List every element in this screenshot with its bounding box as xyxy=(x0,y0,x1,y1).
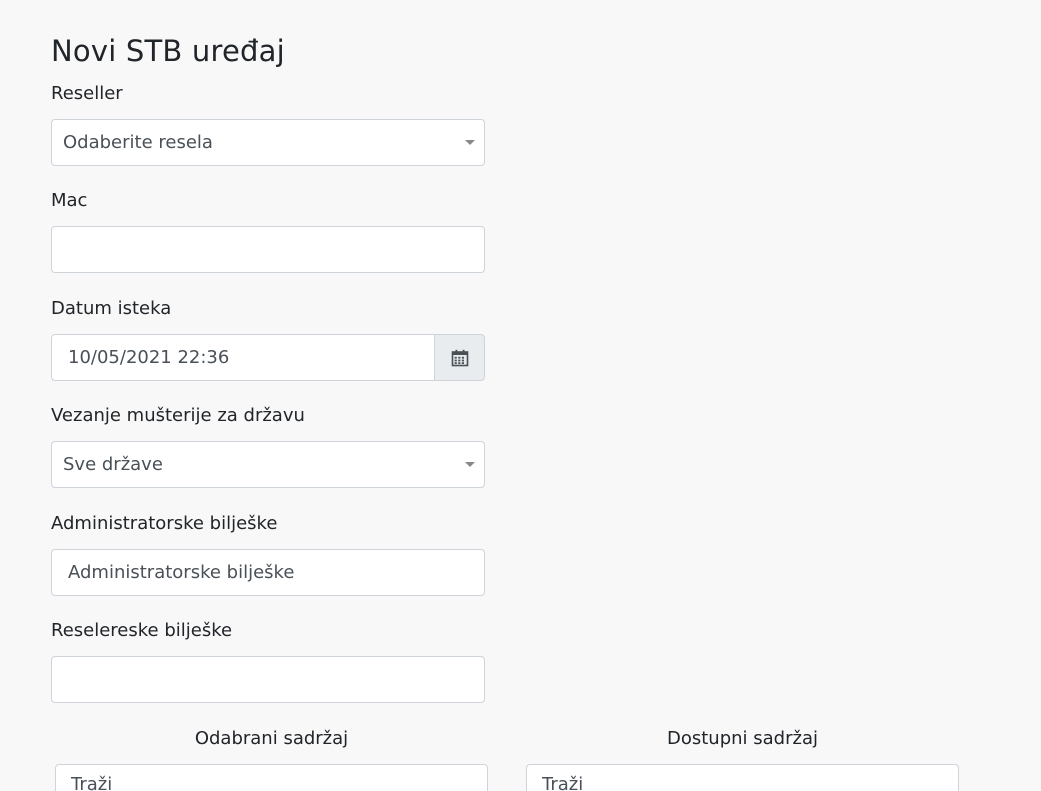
country-binding-label: Vezanje mušterije za državu xyxy=(51,405,305,426)
calendar-button[interactable] xyxy=(434,334,485,381)
mac-field-wrapper xyxy=(51,226,485,273)
expiry-date-label: Datum isteka xyxy=(51,298,172,319)
chevron-down-icon xyxy=(465,140,475,145)
admin-notes-input[interactable] xyxy=(52,550,484,595)
reseller-notes-wrapper xyxy=(51,656,485,703)
reseller-notes-label: Reselereske bilješke xyxy=(51,620,233,641)
selected-content-search-input[interactable] xyxy=(56,765,487,791)
reseller-select[interactable]: Odaberite resela xyxy=(51,119,485,166)
mac-input[interactable] xyxy=(52,227,484,272)
reseller-notes-input[interactable] xyxy=(52,657,484,702)
reseller-selected-value: Odaberite resela xyxy=(63,132,213,153)
country-select[interactable]: Sve države xyxy=(51,441,485,488)
page-title: Novi STB uređaj xyxy=(51,34,285,68)
calendar-icon xyxy=(451,349,468,366)
selected-content-search-wrapper xyxy=(55,764,488,791)
expiry-date-field-wrapper xyxy=(51,334,435,381)
available-content-search-input[interactable] xyxy=(527,765,958,791)
expiry-date-input[interactable] xyxy=(52,335,434,380)
chevron-down-icon xyxy=(465,462,475,467)
reseller-label: Reseller xyxy=(51,83,123,104)
admin-notes-label: Administratorske bilješke xyxy=(51,513,278,534)
country-selected-value: Sve države xyxy=(63,454,163,475)
available-content-heading: Dostupni sadržaj xyxy=(667,728,818,749)
available-content-search-wrapper xyxy=(526,764,959,791)
expiry-date-group xyxy=(51,334,485,381)
new-stb-device-page: Novi STB uređaj Reseller Odaberite resel… xyxy=(0,0,1041,791)
selected-content-heading: Odabrani sadržaj xyxy=(194,728,349,749)
mac-label: Mac xyxy=(51,190,88,211)
admin-notes-wrapper xyxy=(51,549,485,596)
